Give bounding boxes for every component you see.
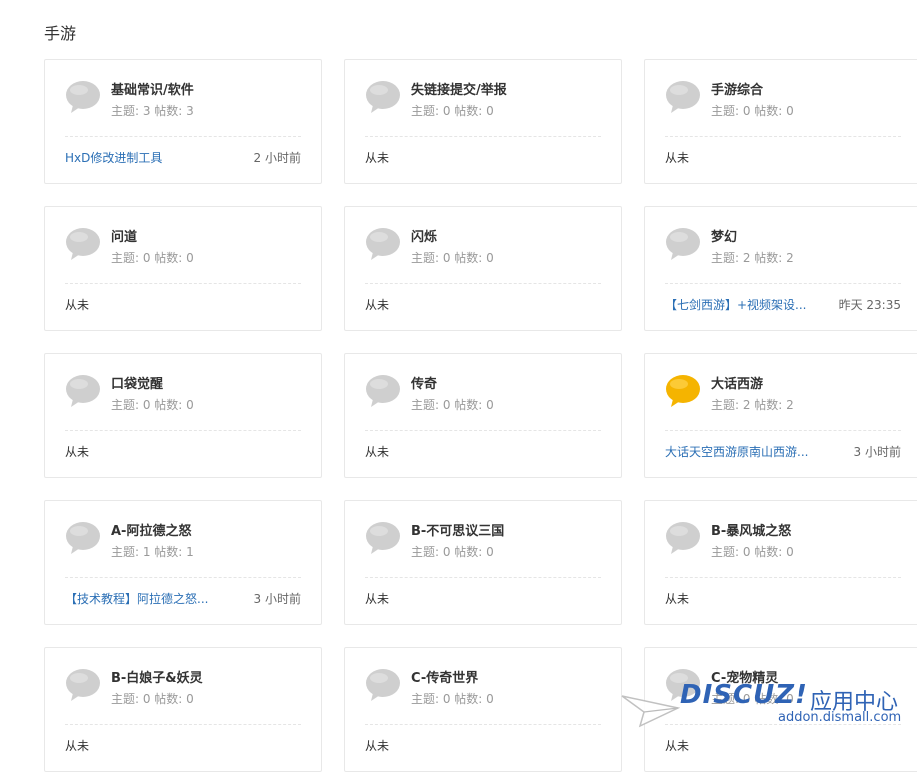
forum-name-link[interactable]: 基础常识/软件 <box>111 79 194 98</box>
divider <box>65 724 301 725</box>
chat-bubble-icon[interactable] <box>65 226 101 262</box>
chat-bubble-icon[interactable] <box>665 226 701 262</box>
last-post-link[interactable]: 【技术教程】阿拉德之怒... <box>65 590 208 607</box>
forum-stats: 主题: 2 帖数: 2 <box>711 398 794 412</box>
chat-bubble-icon[interactable] <box>365 667 401 703</box>
forum-card[interactable]: B-白娘子&妖灵主题: 0 帖数: 0 从未 <box>44 647 322 772</box>
forum-name-link[interactable]: 闪烁 <box>411 226 437 245</box>
chat-bubble-icon[interactable] <box>665 79 701 115</box>
forum-name-link[interactable]: B-白娘子&妖灵 <box>111 667 203 686</box>
divider <box>65 136 301 137</box>
watermark-brand: DISCUZ! <box>680 680 808 710</box>
forum-stats: 主题: 0 帖数: 0 <box>111 692 194 706</box>
forum-name-link[interactable]: 失链接提交/举报 <box>411 79 507 98</box>
forum-stats: 主题: 0 帖数: 0 <box>411 104 494 118</box>
watermark-url: addon.dismall.com <box>778 710 902 725</box>
forum-card[interactable]: C-传奇世界主题: 0 帖数: 0 从未 <box>344 647 622 772</box>
forum-card[interactable]: 手游综合主题: 0 帖数: 0 从未 <box>644 59 917 184</box>
chat-bubble-icon[interactable] <box>365 520 401 556</box>
divider <box>365 136 601 137</box>
chat-bubble-icon[interactable] <box>65 79 101 115</box>
last-post-none: 从未 <box>665 592 690 606</box>
last-post-time: 3 小时前 <box>253 592 301 606</box>
chat-bubble-icon[interactable] <box>665 520 701 556</box>
forum-stats: 主题: 0 帖数: 0 <box>411 398 494 412</box>
forum-grid: 基础常识/软件主题: 3 帖数: 3 HxD修改进制工具 2 小时前 失链接提交/举报… <box>44 59 917 772</box>
last-post-none: 从未 <box>665 151 690 165</box>
chat-bubble-icon[interactable] <box>65 520 101 556</box>
forum-name-link[interactable]: A-阿拉德之怒 <box>111 520 191 539</box>
forum-name-link[interactable]: 梦幻 <box>711 226 737 245</box>
chat-bubble-icon[interactable] <box>365 79 401 115</box>
divider <box>365 283 601 284</box>
forum-name-link[interactable]: B-暴风城之怒 <box>711 520 791 539</box>
forum-stats: 主题: 0 帖数: 0 <box>411 251 494 265</box>
forum-card[interactable]: 失链接提交/举报主题: 0 帖数: 0 从未 <box>344 59 622 184</box>
forum-stats: 主题: 0 帖数: 0 <box>111 251 194 265</box>
forum-name-link[interactable]: 问道 <box>111 226 137 245</box>
last-post-time: 3 小时前 <box>853 445 901 459</box>
forum-card[interactable]: 传奇主题: 0 帖数: 0 从未 <box>344 353 622 478</box>
forum-name-link[interactable]: 大话西游 <box>711 373 763 392</box>
forum-stats: 主题: 2 帖数: 2 <box>711 251 794 265</box>
chat-bubble-icon[interactable] <box>65 667 101 703</box>
last-post-none: 从未 <box>65 739 90 753</box>
last-post-link[interactable]: HxD修改进制工具 <box>65 149 162 166</box>
forum-stats: 主题: 0 帖数: 0 <box>711 104 794 118</box>
forum-card[interactable]: A-阿拉德之怒主题: 1 帖数: 1 【技术教程】阿拉德之怒... 3 小时前 <box>44 500 322 625</box>
divider <box>665 577 901 578</box>
chat-bubble-icon[interactable] <box>65 373 101 409</box>
divider <box>665 136 901 137</box>
watermark-logo: DISCUZ! 应用中心 addon.dismall.com <box>620 680 917 745</box>
forum-name-link[interactable]: 传奇 <box>411 373 437 392</box>
divider <box>365 430 601 431</box>
last-post-time: 2 小时前 <box>253 151 301 165</box>
divider <box>65 430 301 431</box>
last-post-time: 昨天 23:35 <box>838 298 901 312</box>
last-post-none: 从未 <box>365 298 390 312</box>
forum-card[interactable]: B-不可思议三国主题: 0 帖数: 0 从未 <box>344 500 622 625</box>
forum-name-link[interactable]: B-不可思议三国 <box>411 520 504 539</box>
forum-card[interactable]: 梦幻主题: 2 帖数: 2 【七剑西游】+视频架设... 昨天 23:35 <box>644 206 917 331</box>
divider <box>365 577 601 578</box>
forum-name-link[interactable]: 手游综合 <box>711 79 763 98</box>
paper-plane-icon <box>621 695 680 728</box>
forum-card[interactable]: 大话西游主题: 2 帖数: 2 大话天空西游原南山西游... 3 小时前 <box>644 353 917 478</box>
section-title: 手游 <box>44 24 77 43</box>
chat-bubble-new-icon[interactable] <box>665 373 701 409</box>
last-post-none: 从未 <box>365 592 390 606</box>
forum-stats: 主题: 0 帖数: 0 <box>411 545 494 559</box>
forum-card[interactable]: B-暴风城之怒主题: 0 帖数: 0 从未 <box>644 500 917 625</box>
forum-card[interactable]: 口袋觉醒主题: 0 帖数: 0 从未 <box>44 353 322 478</box>
last-post-link[interactable]: 大话天空西游原南山西游... <box>665 443 808 460</box>
forum-card[interactable]: 基础常识/软件主题: 3 帖数: 3 HxD修改进制工具 2 小时前 <box>44 59 322 184</box>
forum-name-link[interactable]: C-传奇世界 <box>411 667 478 686</box>
forum-stats: 主题: 1 帖数: 1 <box>111 545 194 559</box>
forum-stats: 主题: 0 帖数: 0 <box>111 398 194 412</box>
divider <box>65 283 301 284</box>
forum-name-link[interactable]: 口袋觉醒 <box>111 373 163 392</box>
forum-card[interactable]: 闪烁主题: 0 帖数: 0 从未 <box>344 206 622 331</box>
last-post-none: 从未 <box>65 445 90 459</box>
forum-stats: 主题: 3 帖数: 3 <box>111 104 194 118</box>
forum-stats: 主题: 0 帖数: 0 <box>711 545 794 559</box>
divider <box>365 724 601 725</box>
last-post-link[interactable]: 【七剑西游】+视频架设... <box>665 296 807 313</box>
last-post-none: 从未 <box>365 151 390 165</box>
chat-bubble-icon[interactable] <box>365 373 401 409</box>
last-post-none: 从未 <box>365 445 390 459</box>
divider <box>665 283 901 284</box>
last-post-none: 从未 <box>65 298 90 312</box>
last-post-none: 从未 <box>365 739 390 753</box>
forum-card[interactable]: 问道主题: 0 帖数: 0 从未 <box>44 206 322 331</box>
divider <box>665 430 901 431</box>
divider <box>65 577 301 578</box>
forum-stats: 主题: 0 帖数: 0 <box>411 692 494 706</box>
chat-bubble-icon[interactable] <box>365 226 401 262</box>
